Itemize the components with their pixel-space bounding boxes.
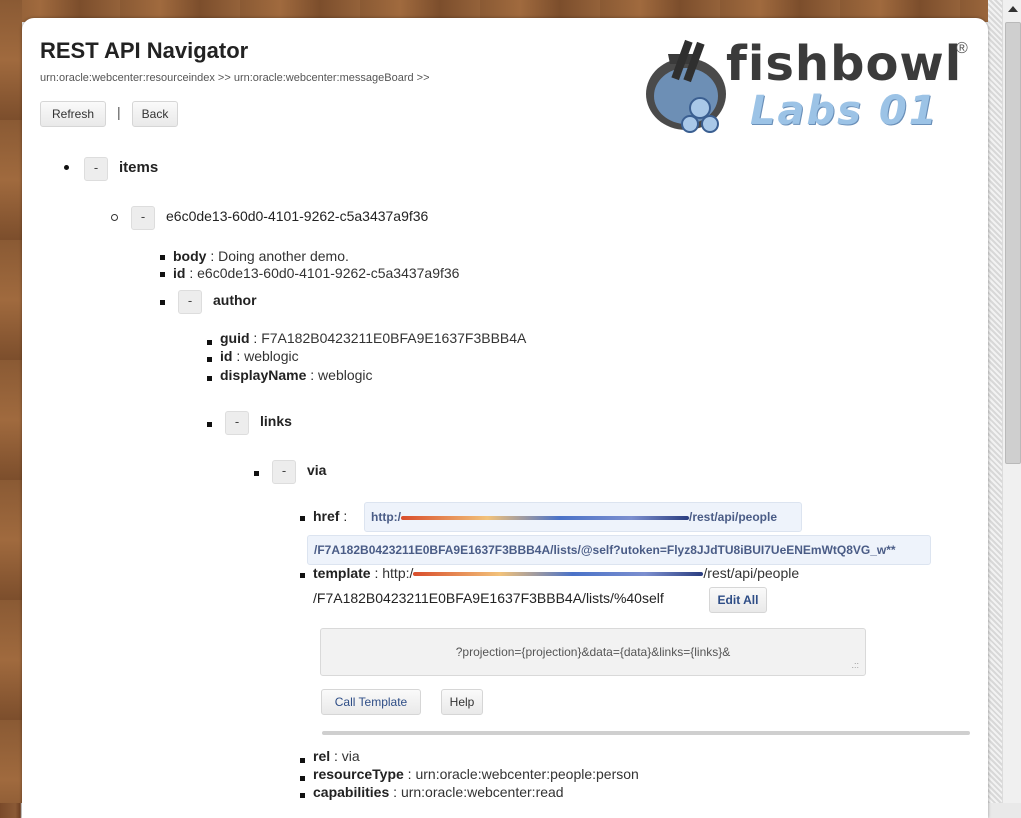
href-key: href — [313, 508, 340, 524]
guid-field: guid : F7A182B0423211E0BFA9E1637F3BBB4A — [220, 330, 527, 346]
page-title: REST API Navigator — [40, 38, 249, 63]
author-id-key: id — [220, 348, 233, 364]
collapse-items-toggle[interactable]: - — [84, 157, 108, 181]
collapse-links-toggle[interactable]: - — [225, 411, 249, 435]
links-node-label: links — [260, 413, 292, 429]
redacted-host-icon — [413, 572, 704, 577]
bullet-square — [207, 340, 212, 345]
via-node-label: via — [307, 462, 327, 478]
bullet-square — [160, 255, 165, 260]
collapse-via-toggle[interactable]: - — [272, 460, 296, 484]
id-value: e6c0de13-60d0-4101-9262-c5a3437a9f36 — [197, 265, 460, 281]
bullet-square — [300, 776, 305, 781]
help-button[interactable]: Help — [441, 689, 483, 715]
template-params-text: ?projection={projection}&data={data}&lin… — [455, 645, 731, 659]
href-end: /rest/api/people — [688, 510, 778, 524]
collapse-entry-toggle[interactable]: - — [131, 206, 155, 230]
displayname-field: displayName : weblogic — [220, 367, 373, 383]
template-field: template : http://rest/api/people — [313, 565, 800, 581]
toolbar-separator: | — [117, 104, 121, 120]
displayname-key: displayName — [220, 367, 307, 383]
bullet-square — [300, 573, 305, 578]
guid-key: guid — [220, 330, 250, 346]
author-id-field: id : weblogic — [220, 348, 299, 364]
breadcrumb[interactable]: urn:oracle:webcenter:resourceindex >> ur… — [40, 72, 430, 84]
template-params-textarea[interactable]: ?projection={projection}&data={data}&lin… — [320, 628, 866, 676]
body-field: body : Doing another demo. — [173, 248, 349, 264]
section-divider — [322, 731, 970, 735]
template-line2: /F7A182B0423211E0BFA9E1637F3BBB4A/lists/… — [313, 590, 664, 606]
fishbowl-logo-icon — [646, 39, 726, 133]
resize-grip-icon[interactable]: .:: — [851, 661, 859, 670]
capabilities-value: urn:oracle:webcenter:read — [400, 784, 564, 800]
fishbowl-logo: fishbowl ® Labs 01 — [638, 26, 978, 156]
id-key: id — [173, 265, 186, 281]
id-field: id : e6c0de13-60d0-4101-9262-c5a3437a9f3… — [173, 265, 460, 281]
template-end: /rest/api/people — [703, 565, 800, 581]
href-link-part1[interactable]: http:/ /rest/api/people — [364, 502, 802, 532]
entry-id: e6c0de13-60d0-4101-9262-c5a3437a9f36 — [166, 208, 429, 224]
template-start: http:/ — [382, 565, 414, 581]
scrollbar-thumb[interactable] — [1005, 22, 1021, 464]
vertical-scrollbar[interactable] — [1002, 0, 1021, 803]
capabilities-key: capabilities — [313, 784, 390, 800]
back-button[interactable]: Back — [132, 101, 178, 127]
displayname-value: weblogic — [318, 367, 373, 383]
href-start: http:/ — [371, 510, 401, 524]
capabilities-field: capabilities : urn:oracle:webcenter:read — [313, 784, 564, 800]
items-node-label: items — [119, 159, 159, 176]
bullet-square — [160, 300, 165, 305]
redacted-host-icon — [400, 515, 689, 520]
logo-registered-mark: ® — [956, 40, 968, 57]
logo-name: fishbowl — [726, 36, 963, 92]
bullet-square — [254, 471, 259, 476]
bullet-dot — [64, 165, 69, 170]
bullet-square — [207, 422, 212, 427]
href-link-part2[interactable]: /F7A182B0423211E0BFA9E1637F3BBB4A/lists/… — [307, 535, 931, 565]
edit-all-button[interactable]: Edit All — [709, 587, 767, 613]
bullet-square — [300, 793, 305, 798]
scroll-up-arrow-icon[interactable] — [1008, 6, 1018, 12]
guid-value: F7A182B0423211E0BFA9E1637F3BBB4A — [261, 330, 527, 346]
author-node-label: author — [213, 292, 257, 308]
rel-value: via — [341, 748, 360, 764]
rel-key: rel — [313, 748, 331, 764]
href-label: href : — [313, 508, 348, 524]
call-template-button[interactable]: Call Template — [321, 689, 421, 715]
rel-field: rel : via — [313, 748, 360, 764]
body-key: body — [173, 248, 207, 264]
bullet-square — [300, 758, 305, 763]
background-strip — [988, 0, 1002, 803]
background-wood-left — [0, 0, 22, 803]
bullet-square — [207, 376, 212, 381]
resourcetype-key: resourceType — [313, 766, 404, 782]
author-id-value: weblogic — [244, 348, 299, 364]
bullet-square — [207, 357, 212, 362]
logo-subtitle: Labs 01 — [750, 88, 939, 134]
collapse-author-toggle[interactable]: - — [178, 290, 202, 314]
body-value: Doing another demo. — [218, 248, 349, 264]
resourcetype-value: urn:oracle:webcenter:people:person — [415, 766, 639, 782]
bullet-circle — [111, 214, 118, 221]
bullet-square — [300, 516, 305, 521]
bullet-square — [160, 272, 165, 277]
template-key: template — [313, 565, 371, 581]
resourcetype-field: resourceType : urn:oracle:webcenter:peop… — [313, 766, 639, 782]
entry-node-label: e6c0de13-60d0-4101-9262-c5a3437a9f36 — [166, 208, 428, 224]
refresh-button[interactable]: Refresh — [40, 101, 106, 127]
